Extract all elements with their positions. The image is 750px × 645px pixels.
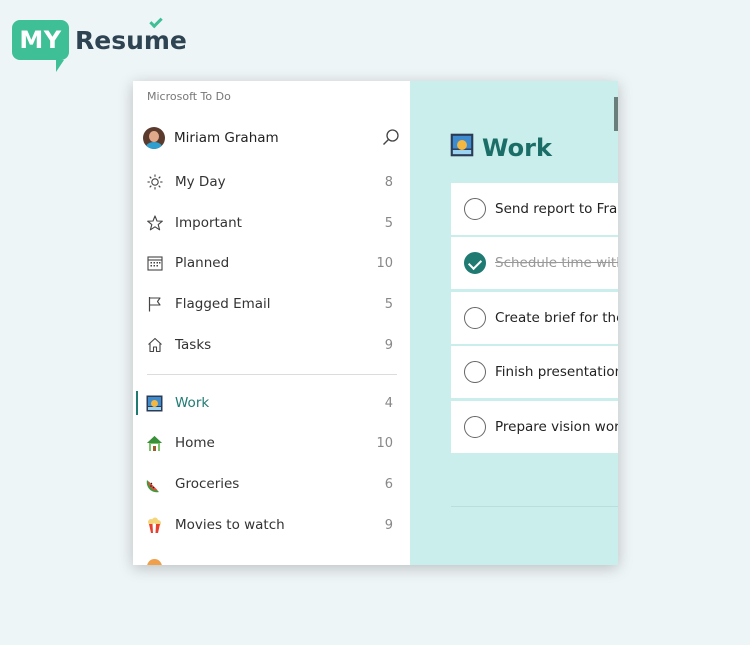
pane-edge-handle xyxy=(614,97,618,131)
sidebar: Microsoft To Do Miriam Graham My Day 8 I… xyxy=(133,81,410,565)
sidebar-item-count: 8 xyxy=(384,174,393,190)
avatar[interactable] xyxy=(143,127,165,149)
sidebar-item-count: 10 xyxy=(376,435,393,451)
task-title[interactable]: Finish presentation xyxy=(495,364,618,380)
sidebar-item-flagged-email[interactable]: Flagged Email 5 xyxy=(133,284,410,324)
sidebar-item-home[interactable]: Home 10 xyxy=(133,423,410,463)
home-icon xyxy=(146,337,163,354)
sidebar-item-label: My Day xyxy=(175,174,226,190)
sidebar-item-label: Movies to watch xyxy=(175,517,285,533)
sidebar-item-count: 4 xyxy=(384,395,393,411)
sidebar-item-count: 5 xyxy=(384,215,393,231)
sidebar-item-count: 9 xyxy=(384,337,393,353)
user-profile[interactable]: Miriam Graham xyxy=(143,125,400,151)
task-item[interactable]: Schedule time with xyxy=(451,237,618,289)
task-title[interactable]: Send report to Fran xyxy=(495,201,618,217)
sidebar-item-label: Planned xyxy=(175,255,230,271)
task-checkbox[interactable] xyxy=(464,361,486,383)
star-icon xyxy=(146,215,163,232)
task-title[interactable]: Schedule time with xyxy=(495,255,618,271)
task-checkbox[interactable] xyxy=(464,198,486,220)
sun-icon xyxy=(146,174,163,191)
sidebar-item-count: 5 xyxy=(384,296,393,312)
logo-badge-text: MY xyxy=(19,26,62,54)
task-title[interactable]: Prepare vision work xyxy=(495,419,618,435)
task-item[interactable]: Create brief for the xyxy=(451,292,618,344)
user-name: Miriam Graham xyxy=(174,130,279,146)
task-item[interactable]: Send report to Fran xyxy=(451,183,618,235)
watermelon-emoji-icon xyxy=(146,476,163,493)
task-checkbox[interactable] xyxy=(464,307,486,329)
sidebar-divider xyxy=(147,374,397,375)
todo-window: Microsoft To Do Miriam Graham My Day 8 I… xyxy=(133,81,618,565)
sidebar-item-important[interactable]: Important 5 xyxy=(133,203,410,243)
task-title[interactable]: Create brief for the xyxy=(495,310,618,326)
sidebar-item-count: 10 xyxy=(376,255,393,271)
task-list-pane: Work Send report to Fran Schedule time w… xyxy=(410,81,618,565)
sidebar-item-planned[interactable]: Planned 10 xyxy=(133,243,410,283)
list-emoji-icon xyxy=(146,558,163,565)
work-emoji-icon xyxy=(450,133,474,162)
sidebar-item-my-day[interactable]: My Day 8 xyxy=(133,162,410,202)
active-indicator xyxy=(136,391,138,415)
calendar-icon xyxy=(146,255,163,272)
myresume-logo: MY Resume xyxy=(12,14,187,72)
list-header: Work xyxy=(450,133,552,162)
sidebar-item-label: Home xyxy=(175,435,215,451)
app-title: Microsoft To Do xyxy=(147,90,231,103)
sidebar-item-movies[interactable]: Movies to watch 9 xyxy=(133,505,410,545)
list-title: Work xyxy=(482,133,552,162)
task-item[interactable]: Prepare vision work xyxy=(451,401,618,453)
sidebar-item-label: Work xyxy=(175,395,210,411)
sidebar-item-tasks[interactable]: Tasks 9 xyxy=(133,325,410,365)
sidebar-item-work[interactable]: Work 4 xyxy=(133,383,410,423)
task-item[interactable]: Finish presentation xyxy=(451,346,618,398)
sidebar-item-label: Flagged Email xyxy=(175,296,271,312)
sidebar-item-count: 6 xyxy=(384,476,393,492)
sidebar-item-partial[interactable] xyxy=(133,546,410,565)
search-icon[interactable] xyxy=(382,128,400,146)
add-task-divider xyxy=(451,506,618,507)
sidebar-item-label: Important xyxy=(175,215,242,231)
task-checkbox[interactable] xyxy=(464,416,486,438)
logo-badge: MY xyxy=(12,20,69,72)
logo-wordmark: Resume xyxy=(75,14,187,55)
logo-word-text: Resume xyxy=(75,25,187,55)
work-emoji-icon xyxy=(146,395,163,412)
task-checkbox-checked[interactable] xyxy=(464,252,486,274)
sidebar-item-label: Groceries xyxy=(175,476,240,492)
sidebar-item-label: Tasks xyxy=(175,337,212,353)
house-emoji-icon xyxy=(146,435,163,452)
popcorn-emoji-icon xyxy=(146,517,163,534)
sidebar-item-groceries[interactable]: Groceries 6 xyxy=(133,464,410,504)
sidebar-item-count: 9 xyxy=(384,517,393,533)
flag-icon xyxy=(146,296,163,313)
